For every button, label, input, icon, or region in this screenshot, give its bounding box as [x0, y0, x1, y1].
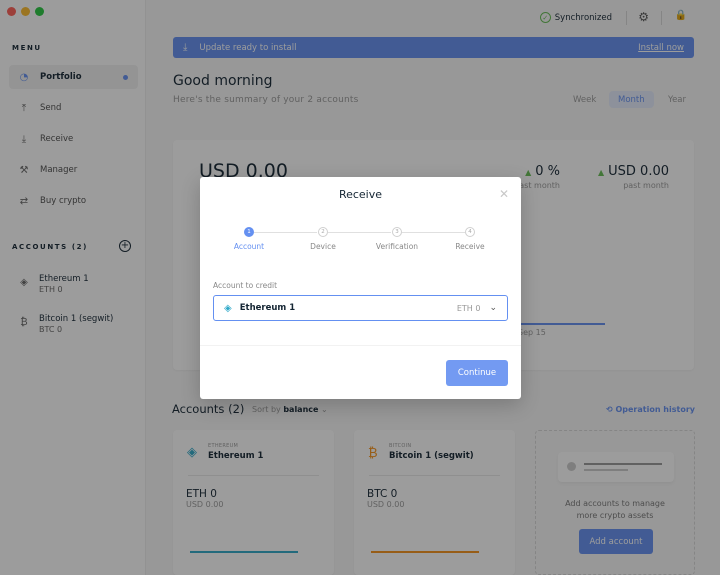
close-icon[interactable]: ✕: [499, 187, 509, 201]
step-number: 4: [465, 227, 475, 237]
step-device: 2 Device: [293, 227, 353, 251]
step-number: 3: [392, 227, 402, 237]
step-label: Device: [310, 242, 336, 251]
chevron-down-icon: ⌄: [489, 303, 497, 313]
step-account: 1 Account: [219, 227, 279, 251]
stepper: 1 Account 2 Device 3 Verification 4 Rece…: [222, 227, 500, 257]
selected-account-balance: ETH 0: [456, 303, 481, 313]
receive-modal: Receive ✕ 1 Account 2 Device 3 Verificat…: [200, 177, 521, 399]
divider: [200, 345, 521, 346]
continue-button[interactable]: Continue: [446, 360, 508, 386]
account-select[interactable]: ◈ Ethereum 1 ETH 0 ⌄: [213, 295, 508, 321]
step-label: Verification: [375, 242, 419, 251]
step-verification: 3 Verification: [367, 227, 427, 251]
step-receive: 4 Receive: [440, 227, 500, 251]
modal-title: Receive: [338, 188, 383, 201]
account-to-credit-label: Account to credit: [213, 281, 278, 290]
step-label: Receive: [455, 242, 485, 251]
ethereum-icon: ◈: [224, 302, 232, 314]
step-label: Account: [233, 242, 265, 251]
step-number: 1: [244, 227, 254, 237]
selected-account-name: Ethereum 1: [239, 303, 296, 313]
step-number: 2: [318, 227, 328, 237]
